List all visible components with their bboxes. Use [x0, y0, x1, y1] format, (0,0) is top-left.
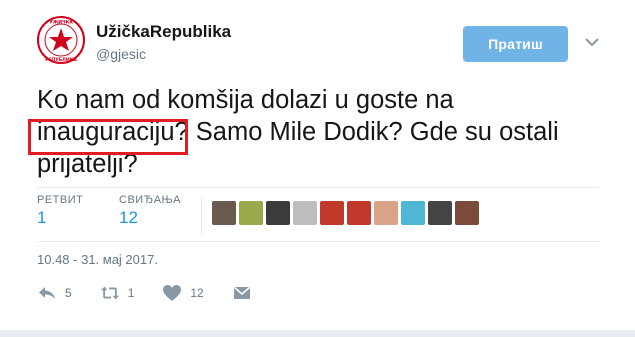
likes-stat[interactable]: СВИЂАЊА 12	[119, 194, 181, 228]
tweet-actions: 5 1 12	[37, 284, 280, 302]
retweet-icon	[100, 286, 119, 300]
liker-avatar[interactable]	[374, 201, 398, 225]
tweet-text-line-1: Ko nam od komšija dolazi u goste na	[37, 86, 454, 114]
retweet-stat-label: РЕТВИТ	[37, 194, 84, 206]
stats-divider-top	[37, 187, 599, 188]
direct-message-button[interactable]	[232, 284, 252, 302]
liker-avatar[interactable]	[347, 201, 371, 225]
envelope-icon	[233, 286, 250, 299]
following-button[interactable]: Пратиш	[463, 26, 568, 62]
tweet-timestamp[interactable]: 10.48 - 31. мај 2017.	[37, 252, 158, 267]
display-name[interactable]: UžičkaRepublika	[96, 22, 231, 42]
likes-stat-label: СВИЂАЊА	[119, 194, 181, 206]
like-button[interactable]: 12	[162, 284, 204, 302]
profile-avatar[interactable]: УЖИЧКА РЕПУБЛИКА	[37, 16, 85, 64]
reply-button[interactable]: 5	[37, 284, 72, 302]
liker-avatar[interactable]	[401, 201, 425, 225]
avatar-logo-text-bottom: РЕПУБЛИКА	[45, 57, 77, 63]
highlight-annotation-box	[28, 119, 188, 155]
stats-separator	[201, 195, 202, 235]
bottom-border	[0, 330, 635, 337]
liker-avatar[interactable]	[212, 201, 236, 225]
like-count: 12	[190, 286, 204, 300]
liker-avatar[interactable]	[266, 201, 290, 225]
heart-icon	[163, 285, 182, 301]
liker-avatar[interactable]	[428, 201, 452, 225]
reply-count: 5	[65, 286, 72, 300]
user-handle[interactable]: @gjesic	[96, 46, 146, 62]
likes-stat-value[interactable]: 12	[119, 208, 181, 228]
retweet-stat-value[interactable]: 1	[37, 208, 83, 228]
chevron-down-icon[interactable]	[584, 36, 600, 48]
stats-divider-bottom	[37, 241, 599, 242]
retweet-stat[interactable]: РЕТВИТ 1	[37, 194, 83, 228]
liker-avatar[interactable]	[293, 201, 317, 225]
retweet-button[interactable]: 1	[100, 284, 135, 302]
liker-avatar[interactable]	[320, 201, 344, 225]
retweet-count: 1	[127, 286, 135, 300]
liker-avatar[interactable]	[455, 201, 479, 225]
liker-avatar[interactable]	[239, 201, 263, 225]
reply-icon	[39, 287, 55, 299]
liker-avatars	[212, 201, 479, 225]
avatar-logo-text-top: УЖИЧКА	[49, 20, 73, 26]
